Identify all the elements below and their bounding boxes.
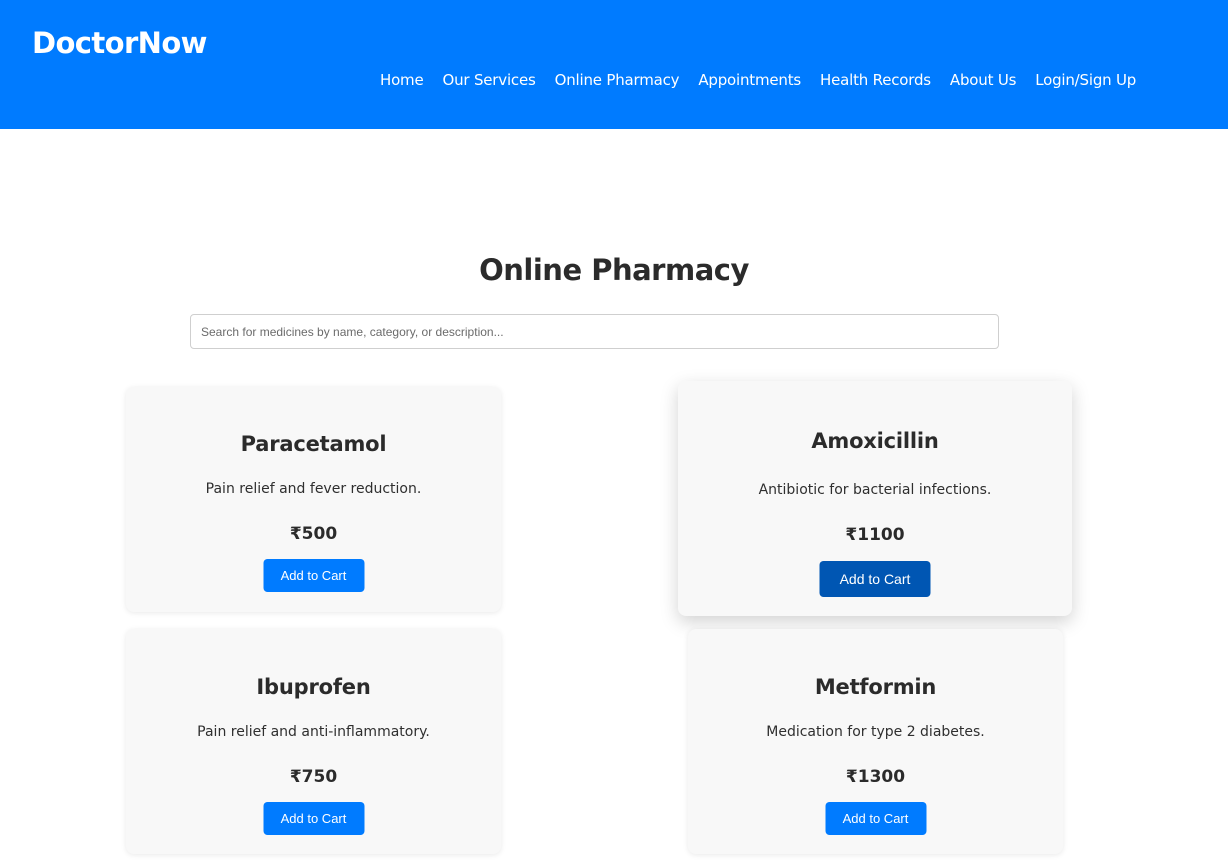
nav-appointments[interactable]: Appointments: [698, 70, 801, 90]
main-nav: Home Our Services Online Pharmacy Appoin…: [380, 70, 1155, 90]
nav-login-signup[interactable]: Login/Sign Up: [1035, 70, 1136, 90]
add-to-cart-button[interactable]: Add to Cart: [263, 802, 364, 835]
add-to-cart-button[interactable]: Add to Cart: [819, 561, 931, 597]
product-card-amoxicillin: Amoxicillin Antibiotic for bacterial inf…: [678, 381, 1072, 616]
site-header: DoctorNow Home Our Services Online Pharm…: [0, 0, 1228, 129]
nav-health-records[interactable]: Health Records: [820, 70, 931, 90]
nav-online-pharmacy[interactable]: Online Pharmacy: [555, 70, 680, 90]
product-name: Amoxicillin: [811, 429, 939, 453]
product-card-ibuprofen: Ibuprofen Pain relief and anti-inflammat…: [126, 629, 501, 854]
product-price: ₹1100: [845, 525, 905, 545]
product-name: Paracetamol: [240, 432, 387, 456]
product-card-metformin: Metformin Medication for type 2 diabetes…: [688, 629, 1063, 854]
medicine-search-input[interactable]: [190, 314, 999, 349]
product-description: Antibiotic for bacterial infections.: [758, 482, 992, 498]
nav-about-us[interactable]: About Us: [950, 70, 1017, 90]
nav-home[interactable]: Home: [380, 70, 424, 90]
product-card-paracetamol: Paracetamol Pain relief and fever reduct…: [126, 387, 501, 612]
product-price: ₹1300: [845, 767, 906, 787]
product-description: Medication for type 2 diabetes.: [766, 724, 985, 740]
page-title: Online Pharmacy: [479, 253, 749, 287]
brand-logo[interactable]: DoctorNow: [32, 26, 207, 60]
product-name: Metformin: [814, 675, 937, 699]
product-description: Pain relief and anti-inflammatory.: [197, 724, 430, 740]
nav-our-services[interactable]: Our Services: [443, 70, 536, 90]
product-price: ₹500: [289, 524, 338, 544]
add-to-cart-button[interactable]: Add to Cart: [263, 559, 364, 592]
product-description: Pain relief and fever reduction.: [205, 481, 422, 497]
add-to-cart-button[interactable]: Add to Cart: [825, 802, 926, 835]
product-price: ₹750: [289, 767, 338, 787]
product-name: Ibuprofen: [256, 675, 371, 699]
